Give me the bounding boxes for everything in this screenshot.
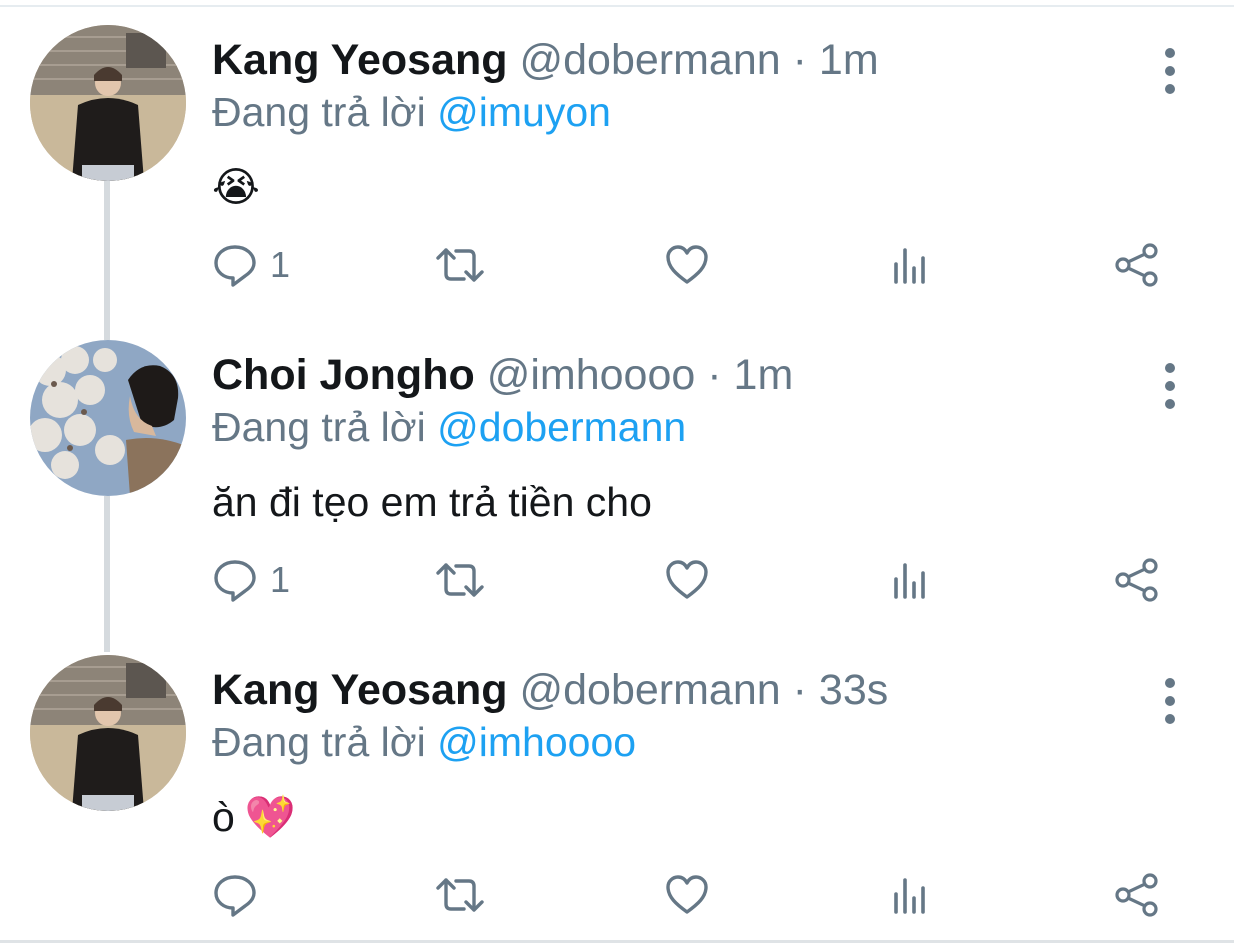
- display-name[interactable]: Choi Jongho: [212, 351, 475, 399]
- reply-count: 1: [270, 244, 291, 285]
- action-bar: 1: [212, 550, 1172, 610]
- separator: ·: [792, 36, 807, 84]
- tweet-body-text: ăn đi tẹo em trả tiền cho: [212, 479, 652, 525]
- replying-prefix: Đang trả lời: [212, 719, 426, 765]
- avatar[interactable]: [30, 25, 186, 181]
- analytics-icon: [890, 557, 932, 603]
- tweet[interactable]: Kang Yeosang @dobermann · 33s Đang trả l…: [0, 655, 1234, 940]
- analytics-button[interactable]: [890, 865, 932, 925]
- retweet-icon: [434, 242, 486, 288]
- analytics-icon: [890, 872, 932, 918]
- tweet-header: Kang Yeosang @dobermann · 1m: [212, 35, 879, 85]
- mention-link[interactable]: @imuyon: [437, 89, 611, 135]
- share-icon: [1114, 242, 1162, 288]
- avatar[interactable]: [30, 340, 186, 496]
- tweet-emoji: 💖: [244, 794, 296, 840]
- retweet-button[interactable]: [434, 865, 486, 925]
- user-handle[interactable]: @imhoooo: [487, 351, 696, 399]
- bottom-divider: [0, 940, 1234, 943]
- reply-button[interactable]: 1: [212, 550, 290, 610]
- replying-to: Đang trả lời @imuyon: [212, 87, 611, 137]
- tweet[interactable]: Choi Jongho @imhoooo · 1m Đang trả lời @…: [0, 340, 1234, 640]
- reply-count: 1: [270, 559, 291, 600]
- analytics-icon: [890, 242, 932, 288]
- like-icon: [664, 557, 710, 603]
- share-button[interactable]: [1114, 865, 1162, 925]
- reply-icon: [212, 872, 258, 918]
- share-icon: [1114, 872, 1162, 918]
- top-divider: [0, 5, 1234, 7]
- reply-icon: [212, 242, 258, 288]
- more-options-icon[interactable]: [1153, 358, 1187, 418]
- avatar[interactable]: [30, 655, 186, 811]
- replying-to: Đang trả lời @dobermann: [212, 402, 686, 452]
- tweet-header: Choi Jongho @imhoooo · 1m: [212, 350, 793, 400]
- timestamp[interactable]: 33s: [819, 666, 888, 714]
- like-icon: [664, 872, 710, 918]
- analytics-button[interactable]: [890, 550, 932, 610]
- retweet-button[interactable]: [434, 550, 486, 610]
- like-button[interactable]: [664, 865, 710, 925]
- analytics-button[interactable]: [890, 235, 932, 295]
- tweet-text: ăn đi tẹo em trả tiền cho: [212, 475, 652, 530]
- separator: ·: [707, 351, 722, 399]
- timestamp[interactable]: 1m: [734, 351, 794, 399]
- tweet-text: 😭: [212, 160, 260, 215]
- timestamp[interactable]: 1m: [819, 36, 879, 84]
- mention-link[interactable]: @imhoooo: [437, 719, 636, 765]
- more-options-icon[interactable]: [1153, 43, 1187, 103]
- share-button[interactable]: [1114, 235, 1162, 295]
- retweet-icon: [434, 557, 486, 603]
- retweet-icon: [434, 872, 486, 918]
- user-handle[interactable]: @dobermann: [519, 666, 780, 714]
- like-button[interactable]: [664, 235, 710, 295]
- tweet-emoji: 😭: [212, 164, 260, 210]
- tweet[interactable]: Kang Yeosang @dobermann · 1m Đang trả lờ…: [0, 25, 1234, 325]
- display-name[interactable]: Kang Yeosang: [212, 36, 508, 84]
- reply-icon: [212, 557, 258, 603]
- separator: ·: [792, 666, 807, 714]
- reply-button[interactable]: 1: [212, 235, 290, 295]
- retweet-button[interactable]: [434, 235, 486, 295]
- user-handle[interactable]: @dobermann: [519, 36, 780, 84]
- tweet-text: ò 💖: [212, 790, 296, 845]
- tweet-body-text: ò: [212, 794, 235, 840]
- replying-to: Đang trả lời @imhoooo: [212, 717, 636, 767]
- share-icon: [1114, 557, 1162, 603]
- display-name[interactable]: Kang Yeosang: [212, 666, 508, 714]
- mention-link[interactable]: @dobermann: [437, 404, 686, 450]
- reply-button[interactable]: [212, 865, 270, 925]
- like-button[interactable]: [664, 550, 710, 610]
- tweet-header: Kang Yeosang @dobermann · 33s: [212, 665, 888, 715]
- action-bar: [212, 865, 1172, 925]
- replying-prefix: Đang trả lời: [212, 89, 426, 135]
- like-icon: [664, 242, 710, 288]
- action-bar: 1: [212, 235, 1172, 295]
- replying-prefix: Đang trả lời: [212, 404, 426, 450]
- share-button[interactable]: [1114, 550, 1162, 610]
- more-options-icon[interactable]: [1153, 673, 1187, 733]
